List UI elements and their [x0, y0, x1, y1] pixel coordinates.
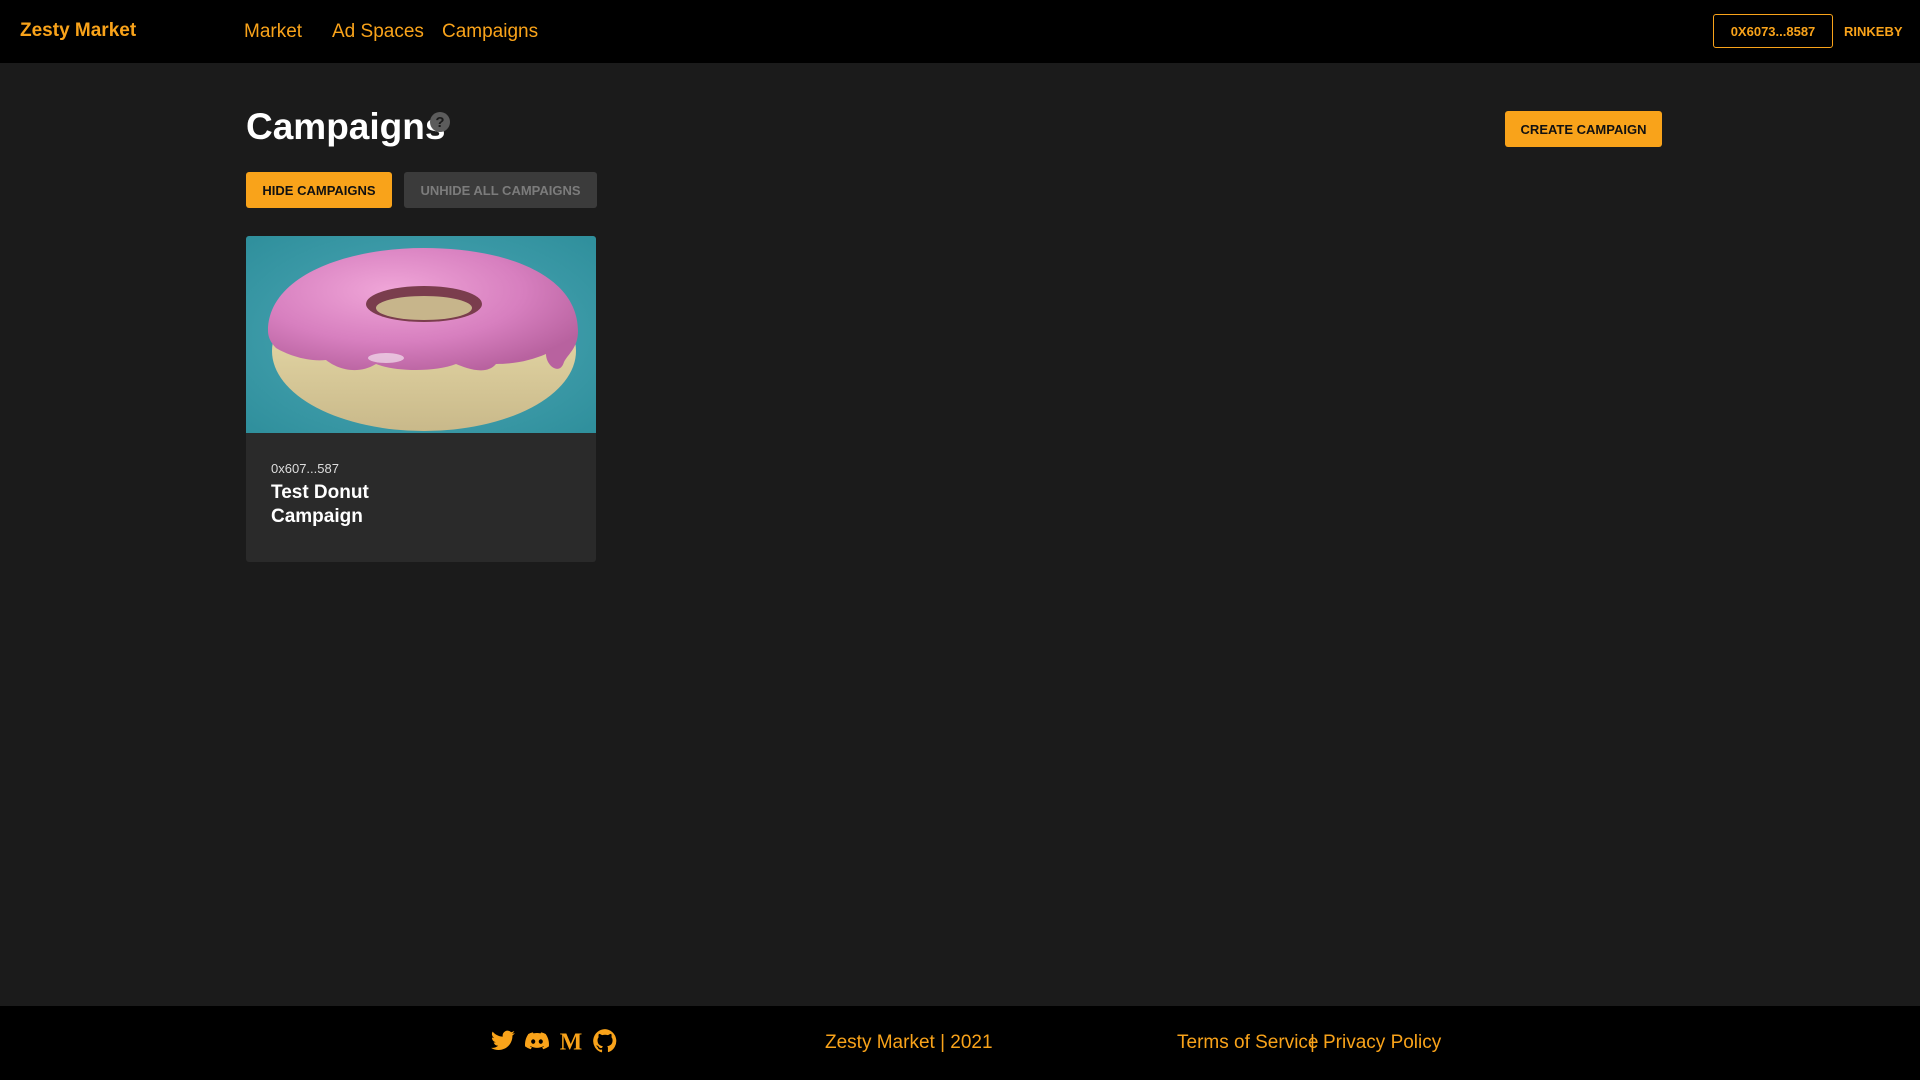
medium-icon[interactable]: M: [558, 1028, 584, 1054]
nav-campaigns[interactable]: Campaigns: [442, 21, 538, 43]
wallet-button[interactable]: 0X6073...8587: [1713, 14, 1833, 48]
help-icon[interactable]: ?: [430, 112, 450, 132]
top-navbar: Zesty Market Market Ad Spaces Campaigns …: [0, 0, 1920, 63]
terms-of-service-link[interactable]: Terms of Service: [1177, 1032, 1318, 1054]
twitter-icon[interactable]: [490, 1028, 516, 1054]
brand-logo[interactable]: Zesty Market: [20, 20, 136, 42]
unhide-all-campaigns-button[interactable]: UNHIDE ALL CAMPAIGNS: [404, 172, 597, 208]
campaign-owner-address: 0x607...587: [271, 461, 339, 476]
network-badge: RINKEBY: [1844, 24, 1903, 39]
nav-ad-spaces[interactable]: Ad Spaces: [332, 21, 424, 43]
create-campaign-button[interactable]: CREATE CAMPAIGN: [1505, 111, 1662, 147]
hide-campaigns-button[interactable]: HIDE CAMPAIGNS: [246, 172, 392, 208]
footer: M Zesty Market | 2021 Terms of Service |…: [0, 1006, 1920, 1080]
nav-market[interactable]: Market: [244, 21, 302, 43]
campaign-image: [246, 236, 596, 433]
campaign-title: Test Donut Campaign: [271, 482, 369, 527]
campaign-card[interactable]: 0x607...587 Test Donut Campaign: [246, 236, 596, 562]
discord-icon[interactable]: [524, 1028, 550, 1054]
privacy-policy-link[interactable]: Privacy Policy: [1323, 1032, 1441, 1054]
footer-separator: |: [1310, 1032, 1315, 1053]
svg-text:M: M: [560, 1030, 583, 1054]
page-title: Campaigns: [246, 106, 446, 147]
copyright-text: Zesty Market | 2021: [825, 1032, 993, 1053]
github-icon[interactable]: [592, 1028, 618, 1054]
